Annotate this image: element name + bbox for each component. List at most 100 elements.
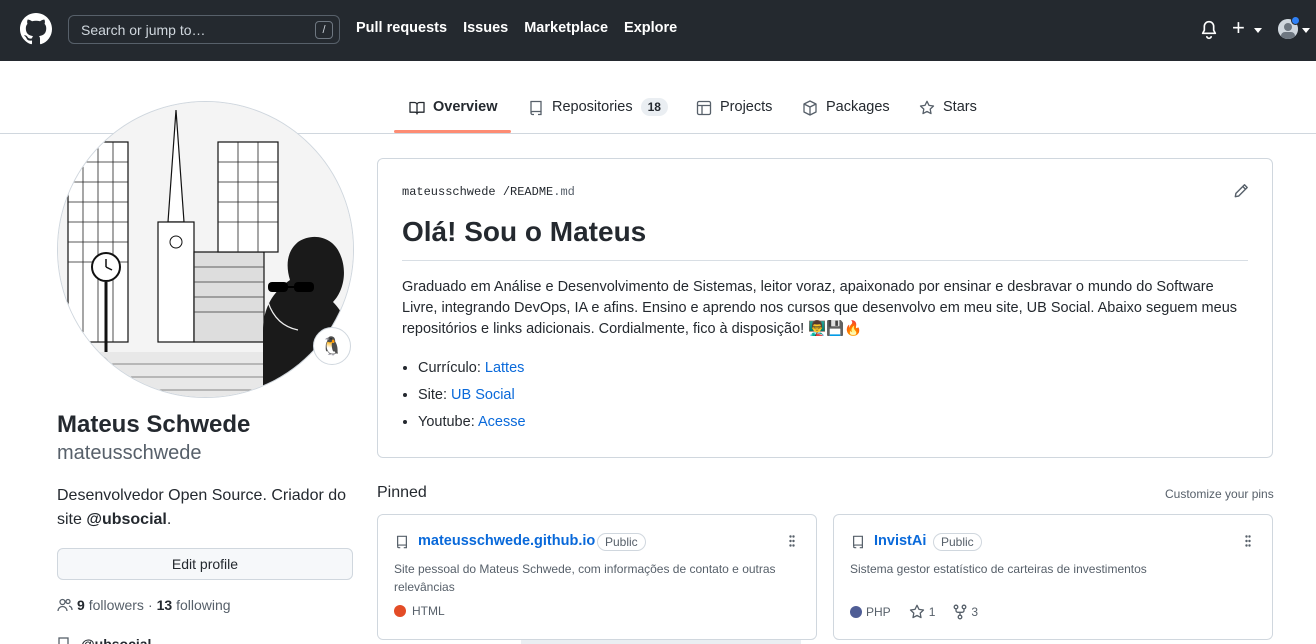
visibility-badge: Public bbox=[933, 533, 982, 551]
search-input[interactable]: Search or jump to… / bbox=[68, 15, 340, 44]
language-color-dot bbox=[394, 605, 406, 617]
list-item-label: Site: bbox=[418, 387, 452, 403]
pinned-repo-card: InvistAi Public Sistema gestor estatísti… bbox=[833, 514, 1273, 640]
repo-icon bbox=[530, 100, 542, 116]
list-item: Site: UB Social bbox=[418, 385, 526, 406]
repo-stars-link[interactable]: 1 bbox=[909, 604, 936, 620]
following-count: 13 bbox=[156, 597, 173, 613]
repo-stars-count: 1 bbox=[928, 605, 936, 619]
organization-link[interactable]: @ubsocial bbox=[81, 636, 151, 644]
nav-marketplace[interactable]: Marketplace bbox=[524, 20, 608, 36]
status-dot bbox=[1291, 16, 1300, 25]
profile-avatar[interactable] bbox=[57, 101, 354, 398]
readme-links-list: Currículo: Lattes Site: UB Social Youtub… bbox=[418, 358, 526, 439]
repo-forks-link[interactable]: 3 bbox=[953, 604, 978, 620]
pinned-repo-meta: PHP 1 3 bbox=[850, 604, 990, 620]
set-status-button[interactable]: 🐧 bbox=[313, 327, 351, 365]
nav-issues[interactable]: Issues bbox=[463, 20, 508, 36]
list-item-label: Youtube: bbox=[418, 414, 478, 430]
pinned-repo-name[interactable]: InvistAi bbox=[874, 533, 926, 549]
active-tab-indicator bbox=[394, 130, 511, 133]
fork-icon bbox=[953, 604, 967, 620]
followers-link[interactable]: 9 followers bbox=[77, 597, 144, 613]
bell-icon[interactable] bbox=[1200, 20, 1218, 40]
create-new-button[interactable]: + bbox=[1232, 17, 1245, 39]
pinned-repo-description: Sistema gestor estatístico de carteiras … bbox=[850, 562, 1147, 576]
list-item-label: Currículo: bbox=[418, 360, 485, 376]
package-icon bbox=[803, 100, 817, 116]
organization-icon bbox=[58, 637, 69, 644]
followers-count: 9 bbox=[77, 597, 85, 613]
star-icon bbox=[919, 100, 935, 115]
chevron-down-icon[interactable] bbox=[1254, 28, 1262, 33]
project-icon bbox=[696, 100, 712, 116]
tab-overview-label: Overview bbox=[433, 99, 498, 115]
readme-box: mateusschwede /README.md Olá! Sou o Mate… bbox=[377, 158, 1273, 458]
nav-pull-requests[interactable]: Pull requests bbox=[356, 20, 447, 36]
readme-path-separator: / bbox=[502, 185, 511, 199]
profile-bio: Desenvolvedor Open Source. Criador do si… bbox=[57, 484, 353, 532]
pinned-repo-card: mateusschwede.github.io Public Site pess… bbox=[377, 514, 817, 640]
pinned-repo-name[interactable]: mateusschwede.github.io bbox=[418, 533, 595, 549]
drag-handle-icon[interactable] bbox=[789, 535, 795, 547]
search-shortcut-key: / bbox=[315, 21, 333, 39]
list-item: Youtube: Acesse bbox=[418, 412, 526, 433]
bio-mention-link[interactable]: @ubsocial bbox=[86, 511, 167, 528]
follow-separator: · bbox=[147, 597, 153, 613]
tab-stars[interactable]: Stars bbox=[919, 99, 977, 133]
tab-stars-label: Stars bbox=[943, 99, 977, 115]
book-icon bbox=[409, 101, 425, 115]
edit-profile-button[interactable]: Edit profile bbox=[57, 548, 353, 580]
bio-end: . bbox=[166, 511, 172, 528]
repo-forks-count: 3 bbox=[971, 605, 979, 619]
avatar-illustration bbox=[58, 102, 353, 397]
customize-pins-link[interactable]: Customize your pins bbox=[1165, 487, 1274, 501]
pencil-icon[interactable] bbox=[1233, 183, 1249, 199]
scroll-indicator bbox=[521, 640, 801, 644]
lattes-link[interactable]: Lattes bbox=[485, 360, 525, 376]
visibility-badge: Public bbox=[597, 533, 646, 551]
chevron-down-icon[interactable] bbox=[1302, 28, 1310, 33]
repo-language: PHP bbox=[866, 605, 891, 619]
youtube-link[interactable]: Acesse bbox=[478, 414, 526, 430]
list-item: Currículo: Lattes bbox=[418, 358, 526, 379]
repo-language-item: PHP bbox=[850, 605, 891, 619]
profile-full-name: Mateus Schwede bbox=[57, 411, 251, 438]
tab-packages-label: Packages bbox=[826, 99, 890, 115]
readme-body: Graduado em Análise e Desenvolvimento de… bbox=[402, 279, 1238, 337]
star-icon bbox=[909, 604, 924, 619]
readme-path-file[interactable]: README bbox=[510, 185, 553, 199]
language-color-dot bbox=[850, 606, 862, 618]
follow-stats: 9 followers · 13 following bbox=[57, 597, 231, 613]
profile-login: mateusschwede bbox=[57, 442, 202, 464]
readme-title: Olá! Sou o Mateus bbox=[402, 216, 1248, 261]
profile-organization: @ubsocial bbox=[57, 636, 151, 644]
tab-packages[interactable]: Packages bbox=[802, 99, 890, 133]
tab-overview[interactable]: Overview bbox=[409, 99, 498, 133]
following-label: following bbox=[176, 597, 231, 613]
repo-language: HTML bbox=[412, 604, 445, 618]
repo-icon bbox=[396, 535, 407, 549]
followers-label: followers bbox=[88, 597, 144, 613]
tab-projects[interactable]: Projects bbox=[696, 99, 772, 133]
search-placeholder: Search or jump to… bbox=[81, 22, 206, 38]
pinned-repo-meta: HTML bbox=[394, 604, 445, 618]
github-logo-icon[interactable] bbox=[20, 13, 52, 45]
following-link[interactable]: 13 following bbox=[157, 597, 231, 613]
tab-projects-label: Projects bbox=[720, 99, 773, 115]
top-nav: Pull requests Issues Marketplace Explore bbox=[356, 20, 677, 36]
repositories-count-badge: 18 bbox=[640, 98, 668, 116]
readme-path-user[interactable]: mateusschwede bbox=[402, 185, 496, 199]
tab-repositories-label: Repositories bbox=[552, 99, 633, 115]
repo-icon bbox=[852, 535, 863, 549]
nav-explore[interactable]: Explore bbox=[624, 20, 677, 36]
drag-handle-icon[interactable] bbox=[1245, 535, 1251, 547]
pinned-repo-description: Site pessoal do Mateus Schwede, com info… bbox=[394, 562, 776, 594]
ub-social-link[interactable]: UB Social bbox=[451, 387, 515, 403]
people-icon bbox=[57, 598, 73, 612]
readme-path-ext: .md bbox=[553, 185, 575, 199]
readme-path: mateusschwede /README.md bbox=[402, 185, 575, 199]
pinned-heading: Pinned bbox=[377, 484, 427, 501]
top-header: Search or jump to… / Pull requests Issue… bbox=[0, 0, 1316, 61]
tab-repositories[interactable]: Repositories 18 bbox=[528, 98, 668, 133]
